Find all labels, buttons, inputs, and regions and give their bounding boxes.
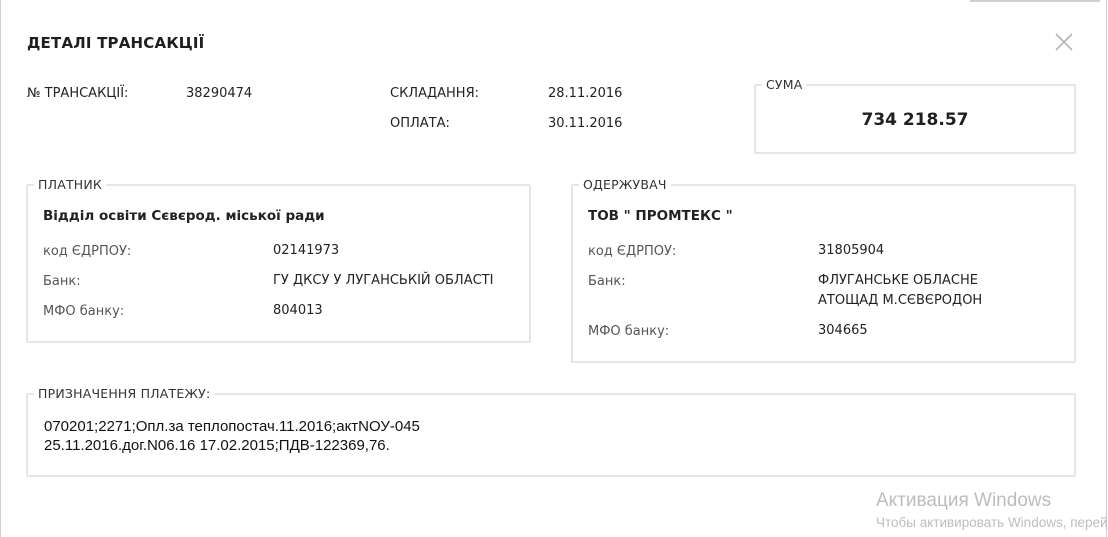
- dialog-title: ДЕТАЛІ ТРАНСАКЦІЇ: [27, 34, 205, 52]
- recipient-edrpou-value: 31805904: [818, 243, 885, 258]
- windows-activation-subtitle: Чтобы активировать Windows, перейдите в …: [876, 515, 1108, 530]
- transaction-number-value: 38290474: [186, 86, 253, 101]
- payment-purpose-line2: 25.11.2016.дог.N06.16 17.02.2015;ПДВ-122…: [44, 437, 390, 454]
- payer-box: ПЛАТНИК Відділ освіти Сєвєрод. міської р…: [26, 177, 531, 343]
- payment-purpose-box: ПРИЗНАЧЕННЯ ПЛАТЕЖУ: 070201;2271;Опл.за …: [26, 386, 1076, 477]
- payer-mfo-value: 804013: [273, 303, 323, 318]
- sum-box: СУМА 734 218.57: [754, 77, 1076, 154]
- recipient-name: ТОВ " ПРОМТЕКС ": [588, 208, 733, 224]
- payment-purpose-line1: 070201;2271;Опл.за теплопостач.11.2016;а…: [44, 418, 420, 435]
- payment-purpose-legend: ПРИЗНАЧЕННЯ ПЛАТЕЖУ:: [34, 386, 215, 401]
- sum-legend: СУМА: [762, 77, 807, 92]
- transaction-number-label: № ТРАНСАКЦІЇ:: [27, 86, 129, 101]
- background-fragment: [970, 0, 1100, 2]
- payer-mfo-label: МФО банку:: [43, 304, 125, 319]
- recipient-mfo-label: МФО банку:: [588, 324, 670, 339]
- payer-legend: ПЛАТНИК: [34, 177, 107, 192]
- payment-date-label: ОПЛАТА:: [390, 116, 450, 131]
- dialog-left-edge: [0, 0, 1, 537]
- payer-edrpou-value: 02141973: [273, 243, 340, 258]
- dialog-right-edge: [1106, 0, 1107, 537]
- payer-bank-value: ГУ ДКСУ У ЛУГАНСЬКІЙ ОБЛАСТІ: [273, 273, 494, 288]
- recipient-edrpou-label: код ЄДРПОУ:: [588, 244, 677, 259]
- compiled-date-value: 28.11.2016: [548, 86, 623, 101]
- close-icon: [1055, 33, 1073, 51]
- sum-amount: 734 218.57: [861, 110, 969, 130]
- recipient-bank-value-line2: АТОЩАД М.СЄВЄРОДОН: [818, 293, 983, 308]
- payer-name: Відділ освіти Сєвєрод. міської ради: [43, 208, 325, 224]
- payment-date-value: 30.11.2016: [548, 116, 623, 131]
- payment-purpose-text: 070201;2271;Опл.за теплопостач.11.2016;а…: [44, 417, 420, 455]
- compiled-date-label: СКЛАДАННЯ:: [390, 86, 479, 101]
- close-button[interactable]: [1052, 30, 1076, 54]
- recipient-legend: ОДЕРЖУВАЧ: [579, 177, 671, 192]
- windows-activation-title: Активация Windows: [876, 490, 1052, 511]
- recipient-box: ОДЕРЖУВАЧ ТОВ " ПРОМТЕКС " код ЄДРПОУ: 3…: [571, 177, 1076, 363]
- payer-edrpou-label: код ЄДРПОУ:: [43, 244, 132, 259]
- recipient-bank-value-line1: ФЛУГАНСЬКЕ ОБЛАСНЕ: [818, 273, 978, 288]
- payer-bank-label: Банк:: [43, 274, 81, 289]
- recipient-bank-label: Банк:: [588, 274, 626, 289]
- transaction-details-dialog: ДЕТАЛІ ТРАНСАКЦІЇ № ТРАНСАКЦІЇ: 38290474…: [0, 0, 1108, 537]
- recipient-mfo-value: 304665: [818, 323, 868, 338]
